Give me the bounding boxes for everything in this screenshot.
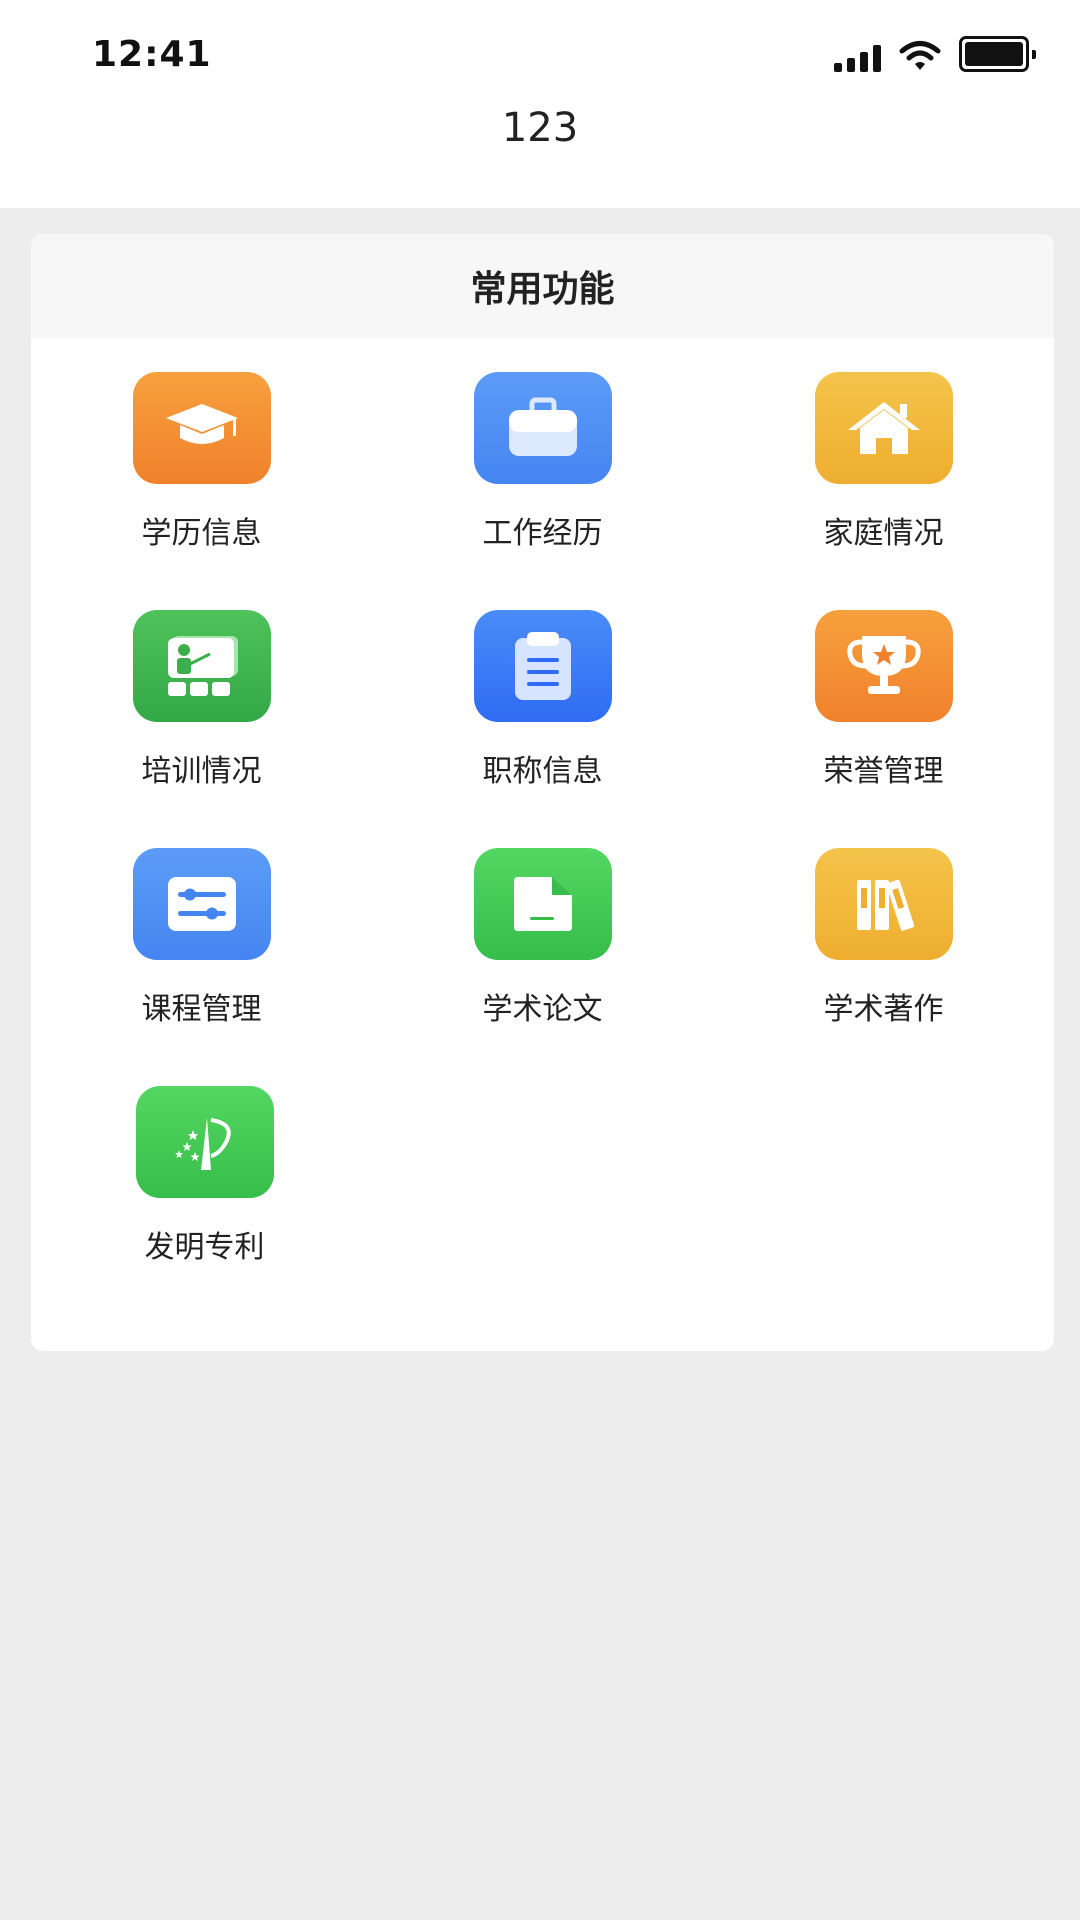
graduation-cap-icon — [132, 372, 271, 484]
function-label: 职称信息 — [482, 754, 603, 789]
function-item-training[interactable]: 培训情况 — [31, 600, 372, 838]
sliders-icon — [132, 848, 271, 960]
briefcase-icon — [473, 372, 612, 484]
function-item-patents[interactable]: 发明专利 — [34, 1076, 375, 1314]
function-label: 学术著作 — [823, 992, 944, 1027]
function-item-books[interactable]: 学术著作 — [713, 838, 1054, 1076]
cellular-signal-icon — [834, 44, 881, 72]
house-icon — [814, 372, 953, 484]
function-label: 培训情况 — [141, 754, 262, 789]
clipboard-icon — [473, 610, 612, 722]
function-item-title[interactable]: 职称信息 — [372, 600, 713, 838]
function-label: 发明专利 — [144, 1230, 265, 1265]
document-icon — [473, 848, 612, 960]
status-time: 12:41 — [92, 34, 212, 75]
function-label: 学术论文 — [482, 992, 603, 1027]
function-label: 家庭情况 — [823, 516, 944, 551]
top-bar: 12:41 123 — [0, 0, 1080, 208]
wifi-icon — [899, 41, 941, 70]
patent-icon — [135, 1086, 274, 1198]
common-functions-card: 常用功能 学历信息 工作经历 家庭情况 培训情况 职称信息 荣誉管理 课程管理 … — [31, 234, 1054, 1351]
function-item-work-experience[interactable]: 工作经历 — [372, 362, 713, 600]
section-title: 常用功能 — [31, 234, 1054, 338]
teacher-blackboard-icon — [132, 610, 271, 722]
page-title: 123 — [501, 105, 579, 151]
function-item-papers[interactable]: 学术论文 — [372, 838, 713, 1076]
battery-icon — [959, 36, 1036, 72]
function-label: 工作经历 — [482, 516, 603, 551]
trophy-icon — [814, 610, 953, 722]
function-label: 学历信息 — [141, 516, 262, 551]
status-icons — [834, 36, 1036, 72]
function-item-family[interactable]: 家庭情况 — [713, 362, 1054, 600]
function-label: 荣誉管理 — [823, 754, 944, 789]
books-icon — [814, 848, 953, 960]
function-item-honors[interactable]: 荣誉管理 — [713, 600, 1054, 838]
function-item-courses[interactable]: 课程管理 — [31, 838, 372, 1076]
function-item-education[interactable]: 学历信息 — [31, 362, 372, 600]
function-label: 课程管理 — [141, 992, 262, 1027]
